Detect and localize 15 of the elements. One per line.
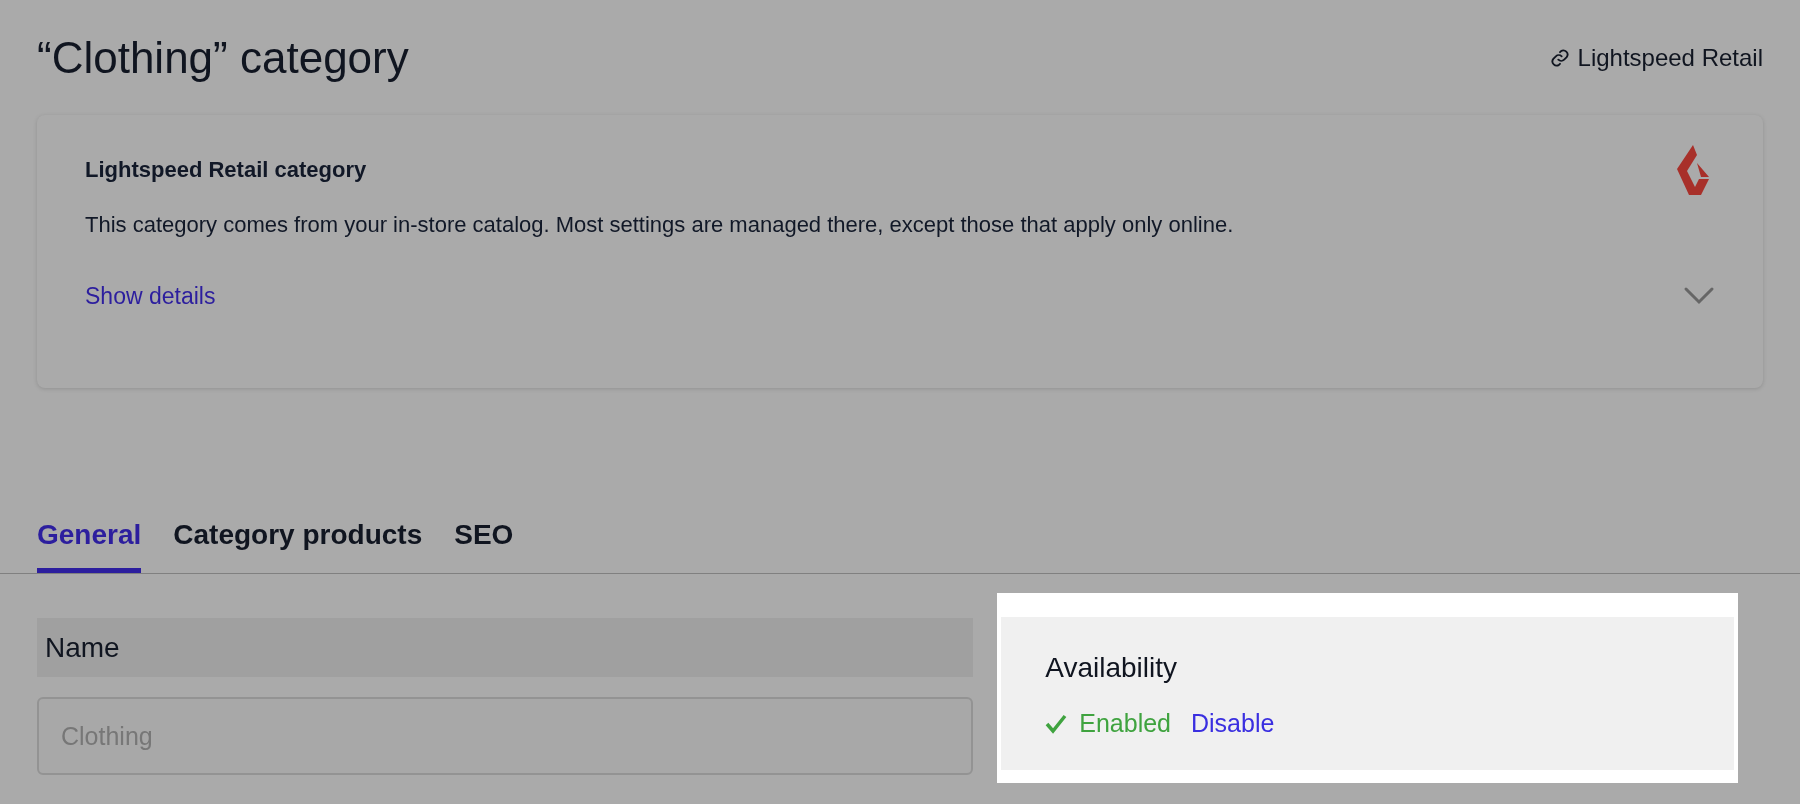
- tab[interactable]: SEO: [454, 514, 514, 573]
- check-icon: [1045, 713, 1068, 734]
- field-label: Name: [37, 618, 974, 677]
- card-heading: Lightspeed Retail category: [85, 156, 368, 184]
- source-link[interactable]: Lightspeed Retail: [1549, 40, 1763, 76]
- page-title: “Clothing” category: [37, 36, 409, 80]
- tab[interactable]: General: [37, 514, 142, 573]
- chevron-down-icon[interactable]: [1683, 286, 1715, 307]
- show-details-link[interactable]: Show details: [85, 279, 216, 314]
- status-text: Enabled: [1045, 705, 1171, 743]
- disable-link[interactable]: Disable: [1191, 705, 1275, 743]
- link-icon: [1549, 48, 1570, 68]
- card-description: This category comes from your in-store catalog. Most settings are managed there, except those that apply only online.: [85, 211, 1234, 239]
- tab[interactable]: Category products: [173, 514, 423, 573]
- availability-heading: Availability: [1045, 651, 1179, 685]
